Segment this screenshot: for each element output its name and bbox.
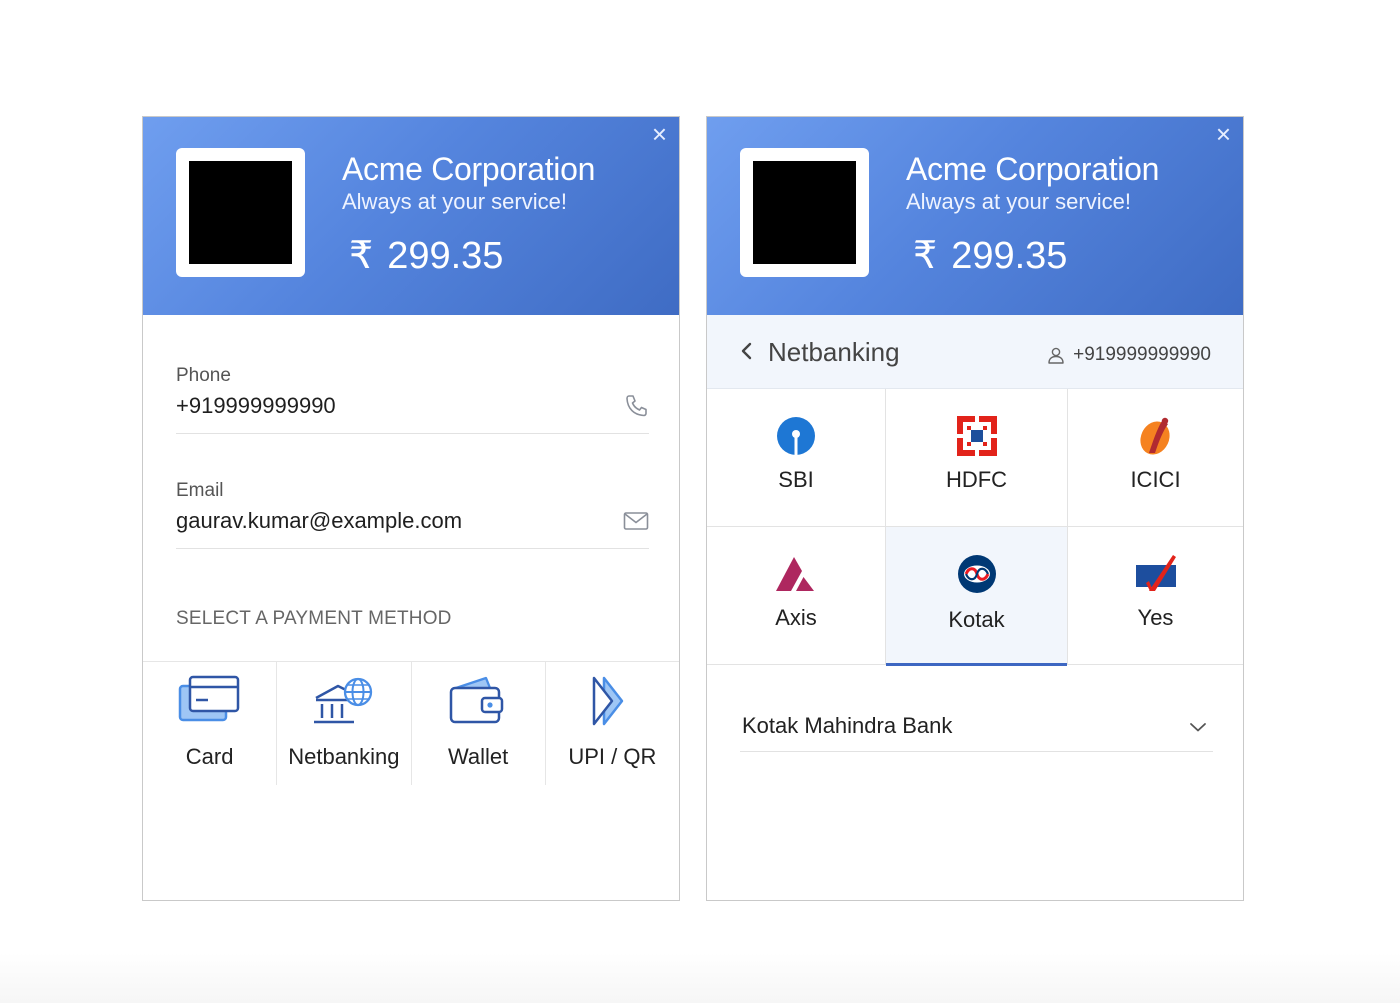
merchant-logo-image xyxy=(753,161,856,264)
amount-value: 299.35 xyxy=(951,235,1068,277)
yes-logo-icon xyxy=(1135,555,1176,591)
bank-icici-label: ICICI xyxy=(1130,467,1181,492)
chevron-left-icon[interactable] xyxy=(737,339,757,363)
netbanking-bar: Netbanking +919999999990 xyxy=(707,315,1243,389)
bank-hdfc-label: HDFC xyxy=(945,467,1008,492)
email-label: Email xyxy=(176,480,224,501)
method-card-label: Card xyxy=(185,744,234,769)
merchant-tagline: Always at your service! xyxy=(906,189,1131,214)
bank-icici[interactable]: ICICI xyxy=(1068,389,1243,526)
merchant-name: Acme Corporation xyxy=(906,151,1160,187)
phone-field[interactable]: Phone +919999999990 xyxy=(176,365,649,434)
merchant-name: Acme Corporation xyxy=(342,151,596,187)
bank-yes-label: Yes xyxy=(1137,605,1174,630)
contact-info[interactable]: +919999999990 xyxy=(1047,344,1211,366)
merchant-logo xyxy=(176,148,305,277)
card-icon xyxy=(178,675,239,722)
email-input[interactable]: gaurav.kumar@example.com xyxy=(176,508,649,534)
mail-icon xyxy=(623,512,649,530)
hdfc-logo-icon xyxy=(956,416,997,456)
payment-amount: ₹299.35 xyxy=(349,233,503,278)
bank-kotak-label: Kotak xyxy=(948,607,1005,632)
merchant-header: × Acme Corporation Always at your servic… xyxy=(707,117,1243,315)
bank-hdfc[interactable]: HDFC xyxy=(886,389,1068,526)
method-netbanking-label: Netbanking xyxy=(288,744,400,769)
icici-logo-icon xyxy=(1139,417,1170,455)
upi-icon xyxy=(593,676,624,726)
bank-sbi-label: SBI xyxy=(778,467,814,492)
merchant-tagline: Always at your service! xyxy=(342,189,567,214)
bank-sbi[interactable]: SBI xyxy=(707,389,886,526)
close-icon[interactable]: × xyxy=(1216,121,1231,147)
phone-input[interactable]: +919999999990 xyxy=(176,393,649,419)
currency-symbol: ₹ xyxy=(913,235,938,277)
wallet-icon xyxy=(449,676,504,724)
contact-phone: +919999999990 xyxy=(1073,344,1211,365)
checkout-panel-contact: × Acme Corporation Always at your servic… xyxy=(142,116,680,901)
merchant-header: × Acme Corporation Always at your servic… xyxy=(143,117,679,315)
bank-kotak[interactable]: Kotak xyxy=(886,527,1068,666)
phone-label: Phone xyxy=(176,365,231,386)
phone-icon xyxy=(626,395,647,417)
netbanking-title: Netbanking xyxy=(768,337,900,367)
method-upi-label: UPI / QR xyxy=(568,744,657,769)
bank-yes[interactable]: Yes xyxy=(1068,527,1243,664)
merchant-logo xyxy=(740,148,869,277)
checkout-panel-netbanking: × Acme Corporation Always at your servic… xyxy=(706,116,1244,901)
bank-dropdown[interactable]: Kotak Mahindra Bank xyxy=(740,702,1213,752)
method-upi[interactable]: UPI / QR xyxy=(546,662,679,785)
method-card[interactable]: Card xyxy=(143,662,278,785)
netbanking-icon xyxy=(313,677,373,724)
bank-row: SBI HDFC ICICI xyxy=(707,389,1243,527)
bank-dropdown-value: Kotak Mahindra Bank xyxy=(742,713,953,738)
kotak-logo-icon xyxy=(957,555,996,593)
bank-axis-label: Axis xyxy=(775,605,817,630)
close-icon[interactable]: × xyxy=(652,121,667,147)
email-field[interactable]: Email gaurav.kumar@example.com xyxy=(176,480,649,549)
chevron-down-icon xyxy=(1190,723,1206,732)
amount-value: 299.35 xyxy=(387,235,504,277)
method-netbanking[interactable]: Netbanking xyxy=(277,662,412,785)
payment-method-heading: SELECT A PAYMENT METHOD xyxy=(176,608,452,629)
currency-symbol: ₹ xyxy=(349,235,374,277)
payment-methods: Card Netbanking Wallet UPI / QR xyxy=(143,661,679,785)
method-wallet[interactable]: Wallet xyxy=(412,662,546,785)
method-wallet-label: Wallet xyxy=(447,744,509,769)
payment-amount: ₹299.35 xyxy=(913,233,1067,278)
bank-row: Axis Kotak Yes xyxy=(707,527,1243,666)
axis-logo-icon xyxy=(776,557,814,591)
bank-axis[interactable]: Axis xyxy=(707,527,886,664)
bank-grid: SBI HDFC ICICI Axis Kotak Yes xyxy=(707,389,1243,666)
merchant-logo-image xyxy=(189,161,292,264)
sbi-logo-icon xyxy=(777,417,815,455)
user-icon xyxy=(1048,347,1064,364)
